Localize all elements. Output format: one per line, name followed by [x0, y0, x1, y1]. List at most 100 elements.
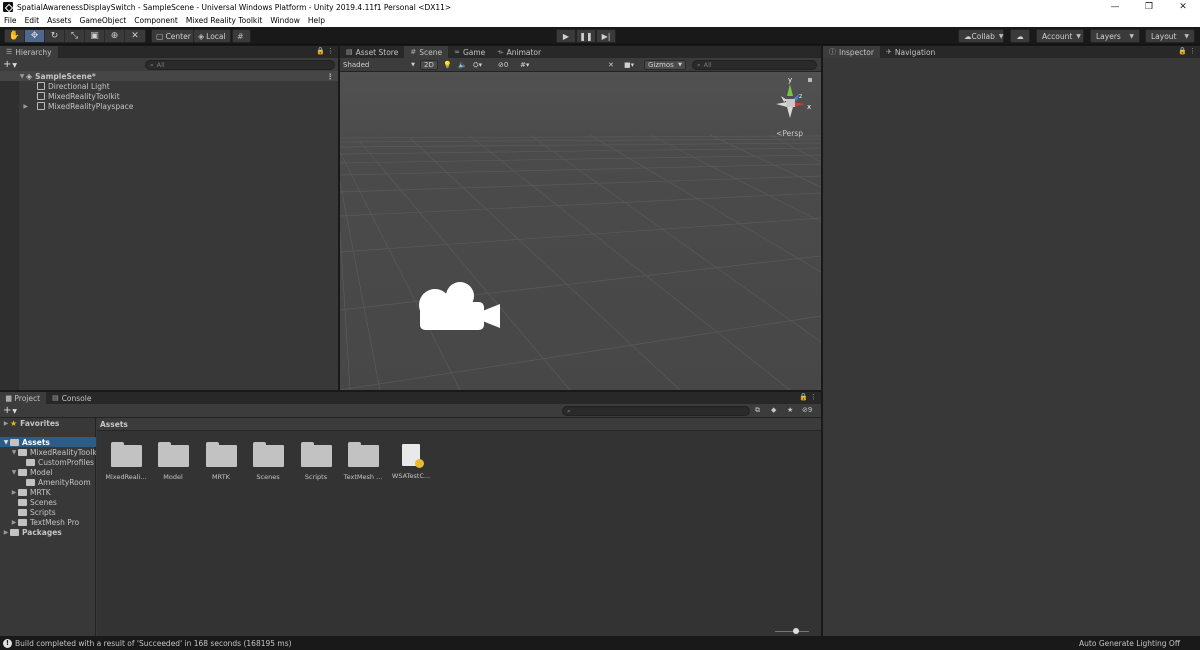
favorite-star-icon[interactable]: ★ — [787, 406, 793, 414]
expand-arrow-icon[interactable]: ▶ — [0, 103, 29, 110]
asset-item[interactable]: Scripts — [293, 442, 339, 481]
asset-item[interactable]: MRTK — [198, 442, 244, 481]
tree-row[interactable]: CustomProfiles — [0, 457, 96, 467]
effects-toggle-icon[interactable]: ⛭▾ — [473, 60, 482, 70]
hidden-packages-button[interactable]: ⊘9 — [802, 406, 812, 414]
menu-window[interactable]: Window — [270, 16, 300, 25]
tree-row[interactable]: Scripts — [0, 507, 96, 517]
step-button[interactable]: ▶| — [596, 29, 616, 43]
hierarchy-item[interactable]: MixedRealityToolkit — [0, 91, 338, 101]
slider-knob[interactable] — [793, 628, 799, 634]
create-asset-button[interactable]: +▼ — [3, 405, 17, 416]
tree-row-assets[interactable]: ▼ Assets — [0, 437, 96, 447]
tree-row[interactable]: AmenityRoom — [0, 477, 96, 487]
asset-item[interactable]: Model — [150, 442, 196, 481]
tab-game[interactable]: ∞ Game — [448, 46, 491, 58]
hidden-objects-button[interactable]: ⊘ 0 — [498, 60, 508, 70]
expand-arrow-icon[interactable]: ▶ — [2, 420, 10, 427]
status-message[interactable]: Build completed with a result of 'Succee… — [15, 639, 292, 648]
asset-item[interactable]: MixedReali... — [103, 442, 149, 481]
tree-row[interactable]: ▶ MRTK — [0, 487, 96, 497]
rect-icon[interactable]: ▣ — [85, 30, 105, 42]
tab-animator[interactable]: ⟛ Animator — [491, 46, 547, 58]
asset-item[interactable]: TextMesh ... — [340, 442, 386, 481]
close-button[interactable]: ✕ — [1166, 0, 1200, 14]
orientation-gizmo[interactable]: y x z — [768, 74, 814, 124]
account-dropdown[interactable]: Account ▼ — [1036, 29, 1084, 43]
tree-row[interactable]: Scenes — [0, 497, 96, 507]
grid-snap-button[interactable]: # — [232, 29, 251, 43]
expand-arrow-icon[interactable]: ▶ — [10, 519, 18, 526]
menu-help[interactable]: Help — [308, 16, 325, 25]
rotate-icon[interactable]: ↻ — [45, 30, 65, 42]
tab-inspector[interactable]: ⓘ Inspector — [823, 46, 880, 58]
auto-generate-lighting-status[interactable]: Auto Generate Lighting Off — [1079, 639, 1180, 648]
pivot-mode-button[interactable]: ▢ Center — [151, 29, 196, 43]
panel-lock-menu-icon[interactable]: 🔒 ⋮ — [799, 393, 817, 401]
tab-console[interactable]: ▤ Console — [46, 392, 97, 404]
hand-icon[interactable]: ✋ — [5, 30, 25, 42]
filter-by-label-icon[interactable]: ◆ — [771, 406, 776, 414]
gizmos-dropdown[interactable]: Gizmos ▼ — [644, 60, 686, 70]
tab-asset-store[interactable]: ▤ Asset Store — [340, 46, 404, 58]
filter-by-type-icon[interactable]: ⧉ — [755, 406, 760, 415]
tree-row[interactable]: ▼ Model — [0, 467, 96, 477]
move-icon[interactable]: ✥ — [25, 30, 45, 42]
favorites-row[interactable]: ▶ ★ Favorites — [0, 418, 96, 428]
menu-edit[interactable]: Edit — [25, 16, 40, 25]
breadcrumb[interactable]: Assets — [97, 418, 821, 431]
menu-assets[interactable]: Assets — [47, 16, 71, 25]
tab-hierarchy[interactable]: ☰ Hierarchy — [0, 46, 58, 58]
icon-size-slider[interactable] — [775, 628, 809, 634]
panel-lock-menu-icon[interactable]: 🔒 ⋮ — [1178, 47, 1196, 55]
hierarchy-scene-row[interactable]: ▼ ◈ SampleScene* ⋮ — [0, 71, 338, 81]
play-button[interactable]: ▶ — [556, 29, 576, 43]
menu-file[interactable]: File — [4, 16, 17, 25]
expand-arrow-icon[interactable]: ▼ — [2, 439, 10, 446]
minimize-button[interactable]: — — [1098, 0, 1132, 14]
tab-navigation[interactable]: ✈ Navigation — [880, 46, 941, 58]
restore-button[interactable]: ❐ — [1132, 0, 1166, 14]
hierarchy-item[interactable]: Directional Light — [0, 81, 338, 91]
transform-icon[interactable]: ⊕ — [105, 30, 125, 42]
shading-mode-dropdown[interactable]: Shaded ▼ — [343, 60, 415, 70]
create-button[interactable]: +▼ — [3, 59, 17, 70]
tree-row[interactable]: ▼ MixedRealityToolk — [0, 447, 96, 457]
tree-row[interactable]: ▶ TextMesh Pro — [0, 517, 96, 527]
grid-toggle-icon[interactable]: #▾ — [520, 60, 529, 70]
audio-toggle-icon[interactable]: 🔈 — [458, 60, 467, 70]
expand-arrow-icon[interactable]: ▶ — [2, 529, 10, 536]
pause-button[interactable]: ❚❚ — [576, 29, 596, 43]
tree-row-packages[interactable]: ▶ Packages — [0, 527, 96, 537]
panel-lock-menu-icon[interactable]: 🔒 ⋮ — [316, 47, 334, 55]
menu-component[interactable]: Component — [134, 16, 178, 25]
tab-project[interactable]: ▆ Project — [0, 392, 47, 404]
project-search-input[interactable]: ⌕ — [562, 406, 750, 416]
expand-arrow-icon[interactable]: ▼ — [18, 73, 26, 80]
scene-search-input[interactable]: ⌕ All — [692, 60, 817, 70]
camera-settings-icon[interactable]: ■▾ — [624, 60, 634, 70]
expand-arrow-icon[interactable]: ▼ — [10, 469, 18, 476]
projection-toggle[interactable]: <Persp — [776, 129, 803, 138]
cloud-services-button[interactable]: ☁ — [1010, 29, 1030, 43]
menu-mixed-reality-toolkit[interactable]: Mixed Reality Toolkit — [186, 16, 262, 25]
custom-tool-icon[interactable]: ✕ — [125, 30, 145, 42]
menu-gameobject[interactable]: GameObject — [80, 16, 127, 25]
asset-item[interactable]: WSATestC... — [388, 442, 434, 480]
toggle-2d-button[interactable]: 2D — [420, 60, 438, 70]
tools-icon[interactable]: ✕ — [608, 60, 614, 70]
expand-arrow-icon[interactable]: ▼ — [10, 449, 18, 456]
asset-item[interactable]: Scenes — [245, 442, 291, 481]
tab-scene[interactable]: # Scene — [404, 46, 449, 58]
layout-dropdown[interactable]: Layout ▼ — [1145, 29, 1195, 43]
collab-button[interactable]: ☁ Collab ▼ — [958, 29, 1004, 43]
expand-arrow-icon[interactable]: ▶ — [10, 489, 18, 496]
hierarchy-search-input[interactable]: ⌕ All — [145, 60, 335, 70]
lighting-toggle-icon[interactable]: 💡 — [443, 60, 452, 70]
scene-viewport[interactable]: y x z <Persp — [340, 72, 821, 390]
layers-dropdown[interactable]: Layers ▼ — [1090, 29, 1140, 43]
hierarchy-item[interactable]: ▶ MixedRealityPlayspace — [0, 101, 338, 111]
pivot-rotation-button[interactable]: ◈ Local — [193, 29, 231, 43]
scene-menu-icon[interactable]: ⋮ — [327, 72, 335, 81]
scale-icon[interactable]: ⤡ — [65, 30, 85, 42]
